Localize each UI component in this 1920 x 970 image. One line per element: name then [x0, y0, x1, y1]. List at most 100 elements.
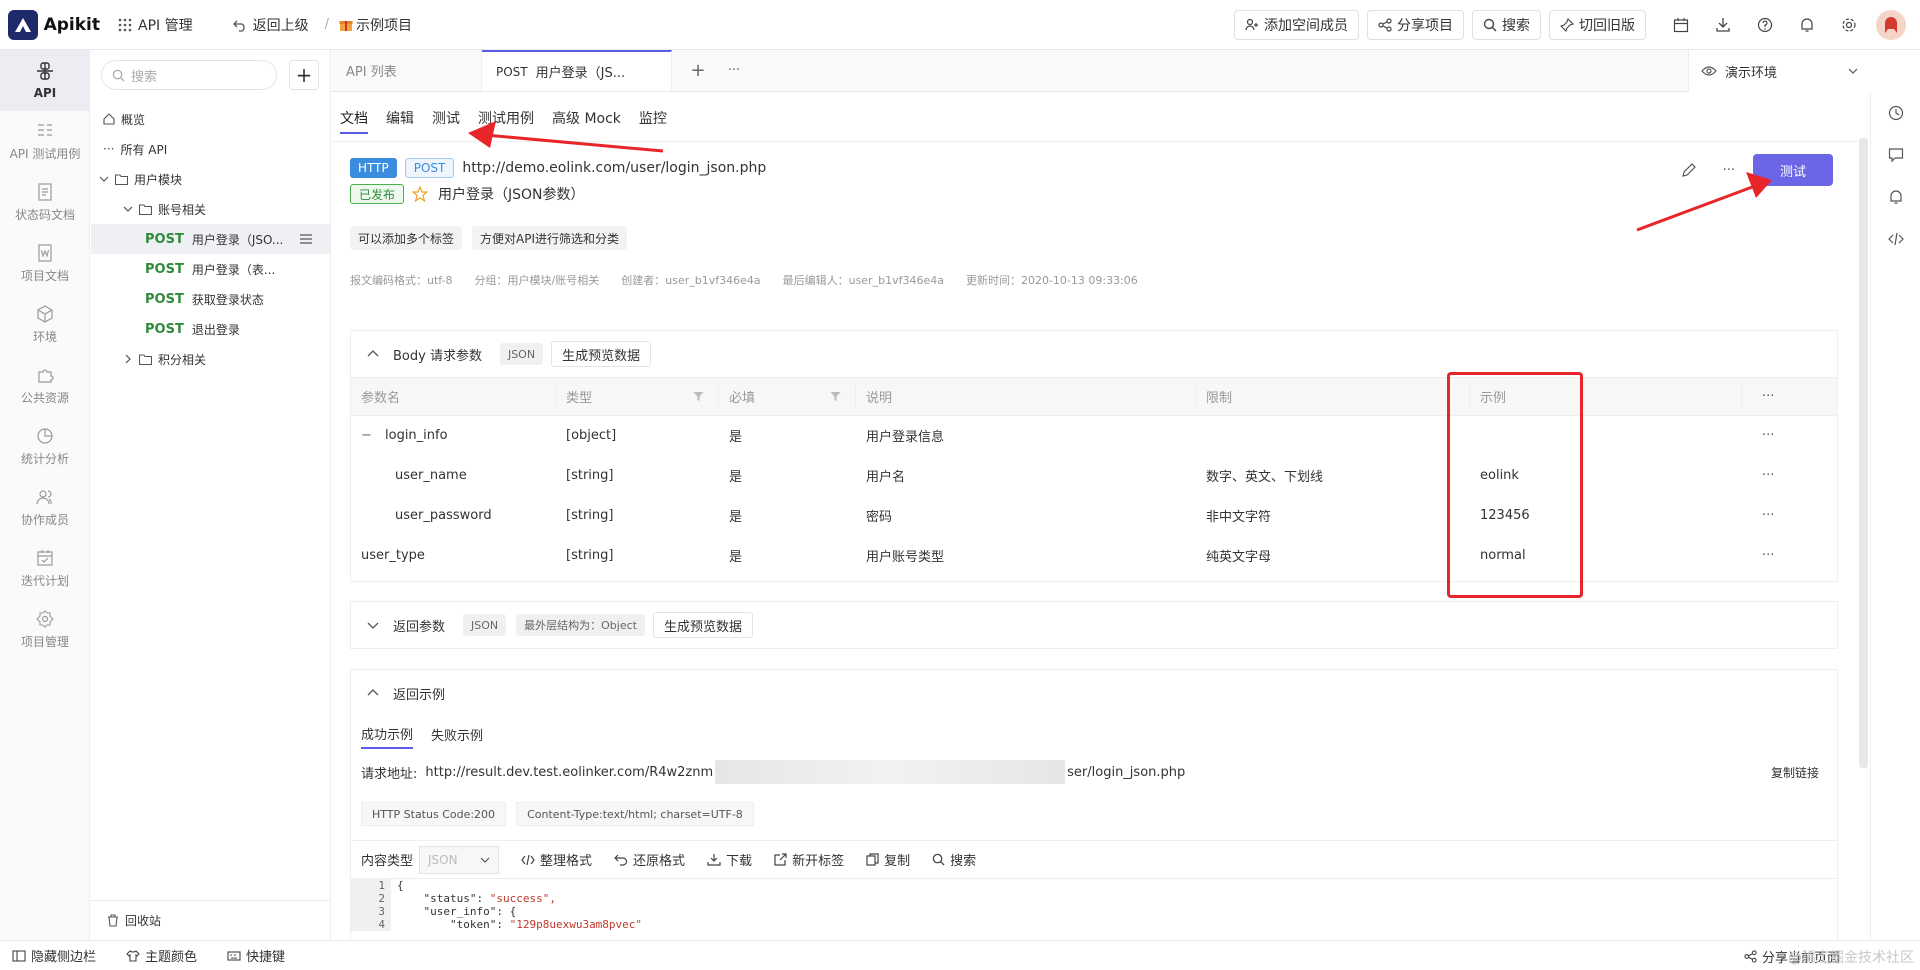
shortcut-button[interactable]: 快捷键	[227, 946, 285, 965]
copy-link-button[interactable]: 复制链接	[1771, 764, 1819, 781]
search-icon	[112, 69, 125, 82]
tag[interactable]: 方便对API进行筛选和分类	[472, 226, 628, 250]
app-logo[interactable]: Apikit	[8, 9, 100, 40]
theme-color-button[interactable]: 主题颜色	[126, 946, 197, 965]
star-icon[interactable]	[412, 186, 429, 202]
history-icon[interactable]	[1871, 92, 1920, 134]
nav-api[interactable]: API	[0, 50, 90, 111]
subtab-test[interactable]: 测试	[432, 106, 460, 128]
status-badge[interactable]: 已发布	[350, 184, 405, 204]
tab-more-button[interactable]: ···	[716, 50, 752, 91]
filter-icon[interactable]	[830, 391, 841, 402]
request-url-label: 请求地址:	[361, 766, 418, 782]
nav-iteration[interactable]: 迭代计划	[0, 538, 90, 599]
chevron-down-icon	[367, 622, 379, 629]
bell-icon[interactable]	[1792, 10, 1822, 40]
copy-button[interactable]: 复制	[866, 850, 910, 869]
subtab-edit[interactable]: 编辑	[386, 106, 414, 128]
old-version-button[interactable]: 切回旧版	[1549, 10, 1646, 40]
tree-api-item[interactable]: POST 获取登录状态	[91, 284, 330, 314]
api-name-label: 获取登录状态	[191, 292, 264, 307]
more-icon[interactable]: ···	[1762, 468, 1774, 483]
download-icon[interactable]	[1708, 10, 1738, 40]
code-value: "129p8uexwu3am8pvec"	[509, 918, 643, 931]
collapse-toggle[interactable]: −	[361, 428, 375, 443]
tab-api-name: 用户登录（JS...	[535, 66, 626, 81]
nav-public-resources[interactable]: 公共资源	[0, 355, 90, 416]
subtab-docs[interactable]: 文档	[340, 106, 368, 134]
add-member-button[interactable]: 添加空间成员	[1234, 10, 1359, 40]
more-icon[interactable]: ···	[1762, 389, 1774, 404]
add-api-label: +	[295, 63, 313, 87]
tab-success-example[interactable]: 成功示例	[361, 724, 414, 749]
folder-icon	[115, 173, 128, 185]
restore-format-button[interactable]: 还原格式	[614, 850, 685, 869]
tree-overview[interactable]: 概览	[91, 104, 330, 134]
return-params-header[interactable]: 返回参数 JSON 最外层结构为：Object 生成预览数据	[351, 602, 1837, 648]
share-project-button[interactable]: 分享项目	[1367, 10, 1464, 40]
nav-members[interactable]: 协作成员	[0, 477, 90, 538]
gift-icon	[339, 20, 353, 31]
content-type-select[interactable]: JSON	[419, 845, 500, 874]
table-row: − login_info [object] 是 用户登录信息 ···	[351, 416, 1837, 456]
nav-statistics[interactable]: 统计分析	[0, 416, 90, 477]
project-breadcrumb[interactable]: 示例项目	[339, 15, 412, 35]
notification-icon[interactable]	[1871, 176, 1920, 218]
tree-group-account[interactable]: 账号相关	[91, 194, 330, 224]
nav-project-docs[interactable]: 项目文档	[0, 233, 90, 294]
body-params-header[interactable]: Body 请求参数 JSON 生成预览数据	[351, 331, 1837, 377]
open-tab-button[interactable]: 新开标签	[774, 850, 844, 869]
comment-icon[interactable]	[1871, 134, 1920, 176]
tree-all-api[interactable]: ··· 所有 API	[91, 134, 330, 164]
recycle-bin[interactable]: 回收站	[91, 900, 331, 940]
generate-preview-button[interactable]: 生成预览数据	[652, 612, 753, 638]
tree-api-item[interactable]: POST 退出登录	[91, 314, 330, 344]
download-button[interactable]: 下载	[707, 850, 752, 869]
filter-icon[interactable]	[693, 391, 704, 402]
edit-icon[interactable]	[1681, 162, 1697, 178]
format-label: 整理格式	[540, 854, 593, 869]
more-icon[interactable]: ···	[1762, 548, 1774, 563]
subtab-testcase[interactable]: 测试用例	[478, 106, 534, 128]
user-avatar[interactable]	[1876, 10, 1906, 40]
tab-active-api[interactable]: POST 用户登录（JS...	[482, 50, 672, 91]
tab-failure-example[interactable]: 失败示例	[431, 725, 483, 748]
add-api-button[interactable]: +	[289, 60, 319, 90]
code-icon[interactable]	[1871, 218, 1920, 260]
subtab-monitor[interactable]: 监控	[639, 106, 667, 128]
tab-api-list[interactable]: API 列表	[332, 50, 482, 91]
tree-api-item[interactable]: POST 用户登录（表...	[91, 254, 330, 284]
more-icon[interactable]: ···	[1723, 163, 1735, 178]
format-button[interactable]: 整理格式	[521, 850, 592, 869]
tree-group-user[interactable]: 用户模块	[91, 164, 330, 194]
search-button[interactable]: 搜索	[1472, 10, 1541, 40]
chevron-up-icon	[367, 350, 379, 357]
more-icon[interactable]: ···	[1762, 508, 1774, 523]
tag[interactable]: 可以添加多个标签	[350, 226, 463, 250]
nav-project-manage[interactable]: 项目管理	[0, 599, 90, 660]
generate-preview-button[interactable]: 生成预览数据	[551, 341, 652, 367]
settings-icon[interactable]	[1834, 10, 1864, 40]
environment-select[interactable]: 演示环境	[1688, 50, 1870, 92]
test-button[interactable]: 测试	[1753, 154, 1833, 186]
back-button[interactable]: 返回上级	[232, 15, 309, 35]
hide-sidebar-button[interactable]: 隐藏侧边栏	[12, 946, 96, 965]
tree-group-points[interactable]: 积分相关	[91, 344, 330, 374]
nav-api-testcase[interactable]: API 测试用例	[0, 111, 90, 172]
code-search-button[interactable]: 搜索	[932, 850, 976, 869]
content-scrollbar[interactable]	[1859, 138, 1868, 768]
api-manage-menu[interactable]: API 管理	[118, 15, 193, 35]
new-tab-button[interactable]: +	[680, 50, 716, 91]
tree-search-input[interactable]: 搜索	[101, 60, 277, 90]
return-example-header[interactable]: 返回示例	[351, 670, 1837, 716]
code-editor[interactable]: 1{ 2 "status": "success", 3 "user_info":…	[351, 878, 1837, 931]
help-icon[interactable]	[1750, 10, 1780, 40]
more-icon[interactable]: ···	[1762, 428, 1774, 443]
line-number: 3	[351, 905, 391, 918]
document-icon	[38, 182, 52, 201]
calendar-icon[interactable]	[1666, 10, 1696, 40]
subtab-mock[interactable]: 高级 Mock	[552, 106, 621, 128]
nav-status-code[interactable]: 状态码文档	[0, 172, 90, 233]
nav-environment[interactable]: 环境	[0, 294, 90, 355]
tree-api-item[interactable]: POST 用户登录（JSO...	[91, 224, 330, 254]
